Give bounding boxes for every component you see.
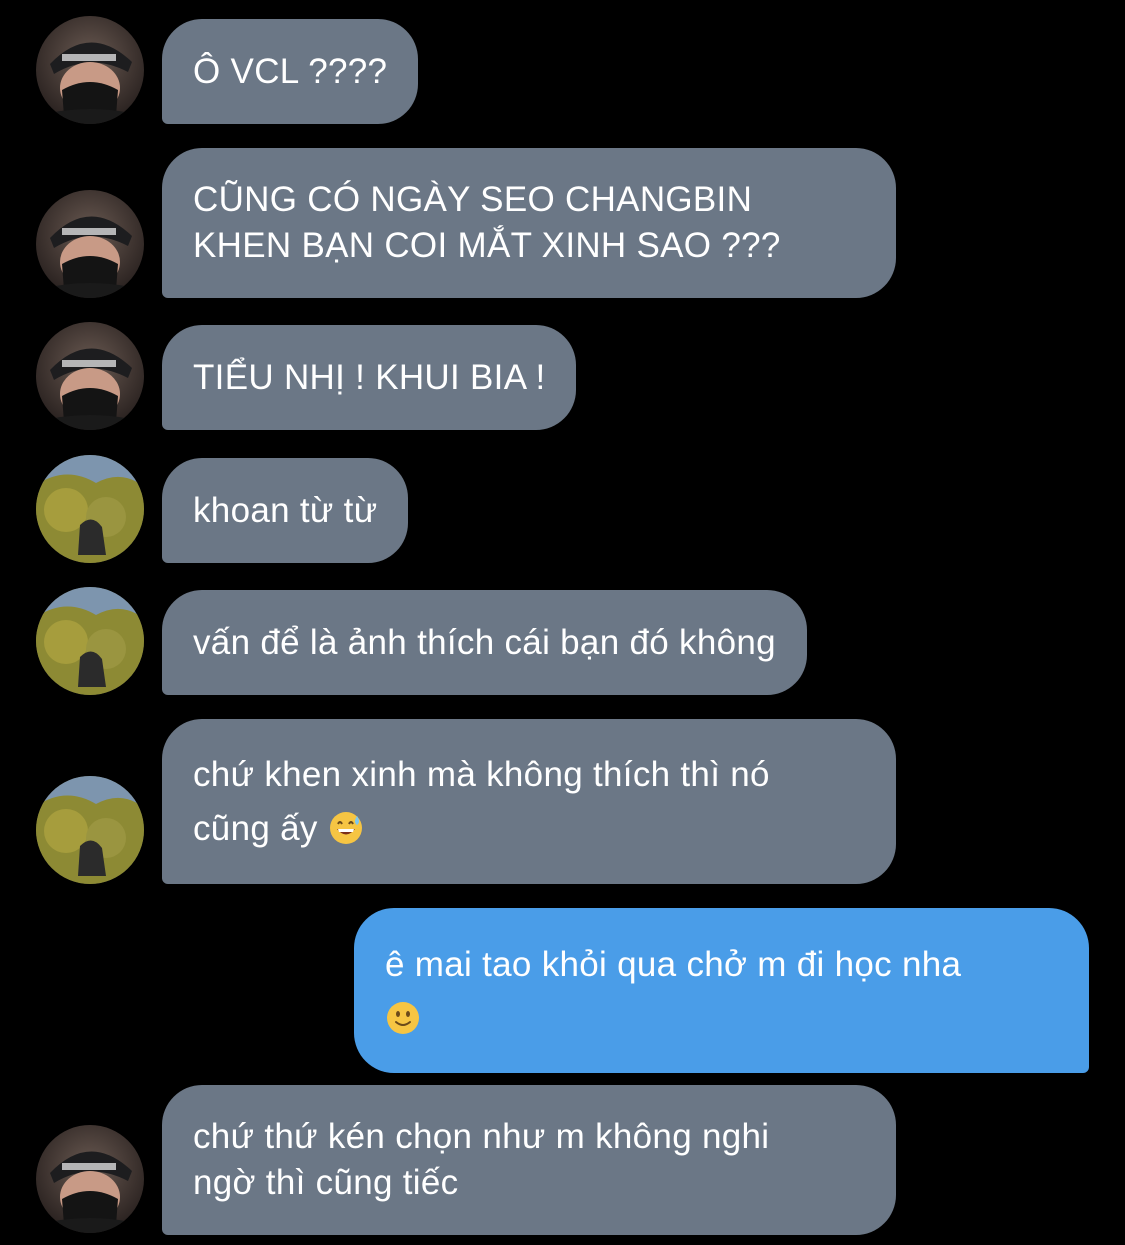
message-text-wrap: chứ khen xinh mà không thích thì nó cũng…	[193, 748, 770, 856]
incoming-message-bubble[interactable]: CŨNG CÓ NGÀY SEO CHANGBIN KHEN BẠN COI M…	[162, 148, 896, 298]
masked-cap-avatar-icon	[36, 322, 144, 430]
incoming-message-bubble[interactable]: chứ thứ kén chọn như m không nghi ngờ th…	[162, 1085, 896, 1235]
message-text: chứ khen xinh mà không thích thì nó cũng…	[193, 754, 770, 848]
friend-avatar[interactable]	[36, 776, 144, 884]
masked-cap-avatar-icon	[36, 190, 144, 298]
message-text-wrap: ê mai tao khỏi qua chở m đi học nha	[385, 938, 961, 1046]
tree-photo-avatar-icon	[36, 455, 144, 563]
message-text: ê mai tao khỏi qua chở m đi học nha	[385, 945, 962, 984]
friend-avatar[interactable]	[36, 1125, 144, 1233]
message-text: TIỂU NHỊ ! KHUI BIA !	[193, 357, 546, 397]
friend-avatar[interactable]	[36, 190, 144, 298]
friend-avatar[interactable]	[36, 455, 144, 563]
slightly-smiling-emoji-icon	[385, 1000, 421, 1036]
outgoing-message-bubble[interactable]: ê mai tao khỏi qua chở m đi học nha	[354, 908, 1089, 1073]
friend-avatar[interactable]	[36, 16, 144, 124]
message-text: vấn để là ảnh thích cái bạn đó không	[193, 622, 776, 662]
incoming-message-bubble[interactable]: TIỂU NHỊ ! KHUI BIA !	[162, 325, 577, 430]
friend-avatar[interactable]	[36, 587, 144, 695]
masked-cap-avatar-icon	[36, 16, 144, 124]
incoming-message-bubble[interactable]: Ô VCL ????	[162, 19, 419, 124]
message-text: CŨNG CÓ NGÀY SEO CHANGBIN KHEN BẠN COI M…	[193, 180, 781, 265]
message-text: chứ thứ kén chọn như m không nghi ngờ th…	[193, 1117, 770, 1202]
tree-photo-avatar-icon	[36, 776, 144, 884]
message-text: khoan từ từ	[193, 490, 378, 530]
incoming-message-bubble[interactable]: chứ khen xinh mà không thích thì nó cũng…	[162, 719, 896, 884]
masked-cap-avatar-icon	[36, 1125, 144, 1233]
grinning-sweat-emoji-icon	[328, 810, 364, 846]
incoming-message-bubble[interactable]: vấn để là ảnh thích cái bạn đó không	[162, 590, 807, 695]
message-text: Ô VCL ????	[193, 51, 388, 91]
tree-photo-avatar-icon	[36, 587, 144, 695]
friend-avatar[interactable]	[36, 322, 144, 430]
incoming-message-bubble[interactable]: khoan từ từ	[162, 458, 409, 563]
